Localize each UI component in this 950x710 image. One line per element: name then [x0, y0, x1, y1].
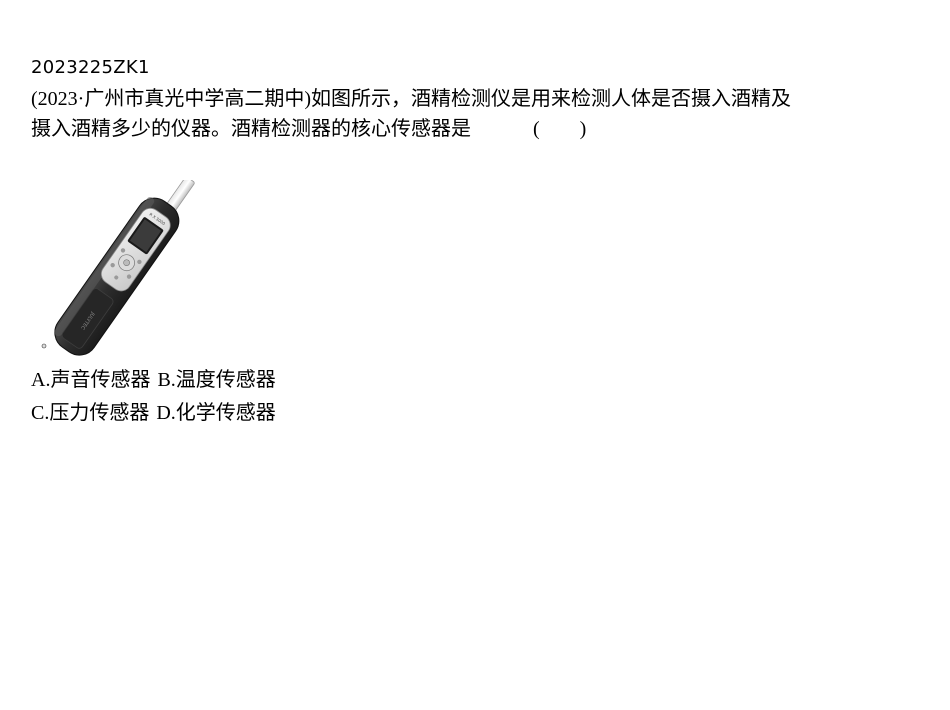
- option-c: C.压力传感器: [31, 402, 150, 424]
- question-id: 2023225ZK1: [31, 57, 150, 78]
- breathalyzer-figure: R X 3000 JULYTEC: [28, 176, 208, 360]
- options-row-1: A.声音传感器 B.温度传感器: [31, 364, 276, 397]
- option-a: A.声音传感器: [31, 369, 151, 391]
- option-d: D.化学传感器: [156, 402, 276, 424]
- stem-line-2: 摄入酒精多少的仪器。酒精检测器的核心传感器是 ( ): [31, 114, 911, 144]
- stem-line-2-text: 摄入酒精多少的仪器。酒精检测器的核心传感器是: [31, 118, 471, 140]
- options-row-2: C.压力传感器 D.化学传感器: [31, 397, 276, 430]
- options: A.声音传感器 B.温度传感器 C.压力传感器 D.化学传感器: [31, 364, 276, 430]
- stem-line-1: (2023·广州市真光中学高二期中)如图所示，酒精检测仪是用来检测人体是否摄入酒…: [31, 88, 791, 110]
- question-stem: (2023·广州市真光中学高二期中)如图所示，酒精检测仪是用来检测人体是否摄入酒…: [31, 84, 911, 144]
- answer-blank: ( ): [533, 118, 587, 140]
- breathalyzer-illustration: R X 3000 JULYTEC: [41, 176, 195, 356]
- option-b: B.温度传感器: [157, 369, 276, 391]
